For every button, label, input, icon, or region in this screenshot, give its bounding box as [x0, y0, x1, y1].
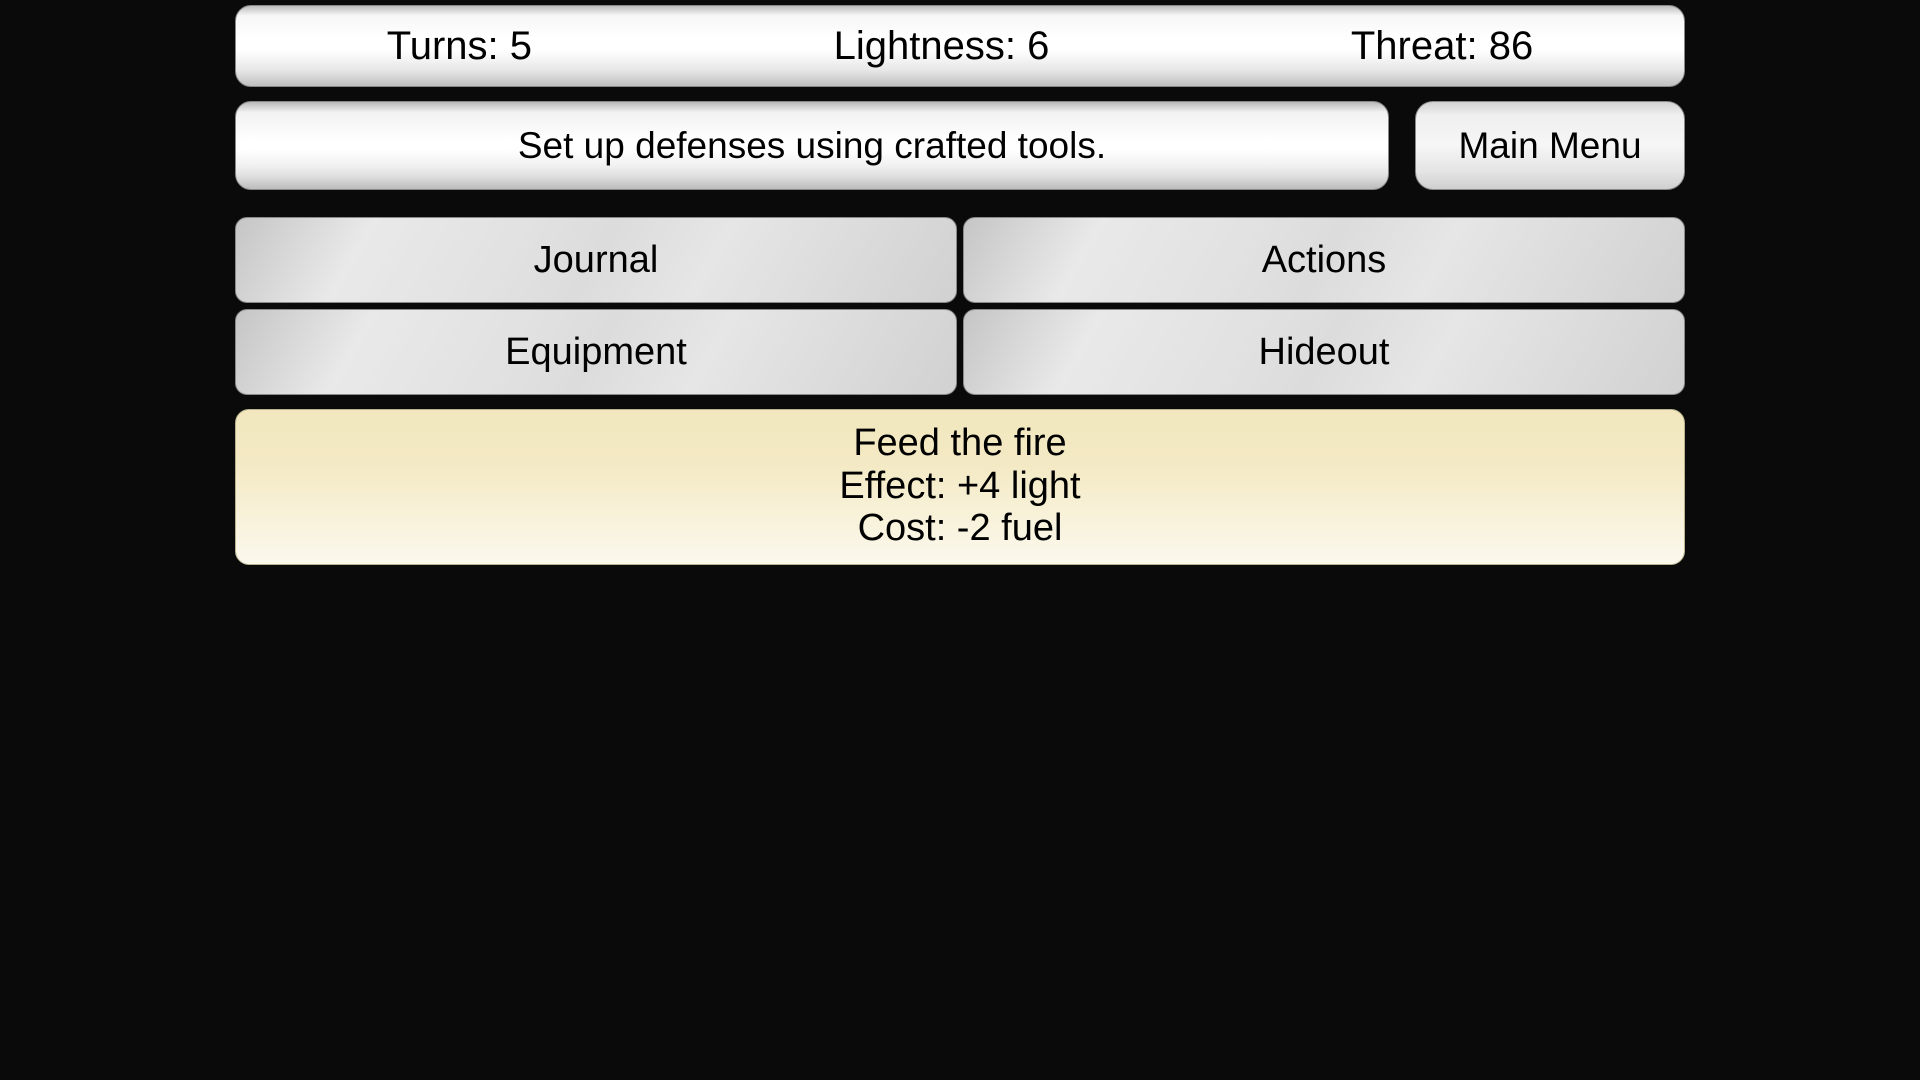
objective-row: Set up defenses using crafted tools. Mai…: [235, 101, 1685, 190]
tab-actions-label: Actions: [1262, 239, 1387, 282]
tab-equipment[interactable]: Equipment: [235, 309, 957, 395]
lightness-label: Lightness:: [834, 24, 1016, 68]
tab-journal[interactable]: Journal: [235, 217, 957, 303]
main-menu-label: Main Menu: [1458, 125, 1641, 167]
threat-stat: Threat: 86: [1351, 24, 1533, 69]
tab-hideout-label: Hideout: [1259, 331, 1390, 374]
threat-value: 86: [1489, 24, 1534, 68]
tab-grid: Journal Actions Equipment Hideout: [235, 217, 1685, 395]
action-cost: Cost: -2 fuel: [858, 507, 1063, 550]
threat-label: Threat:: [1351, 24, 1478, 68]
tab-actions[interactable]: Actions: [963, 217, 1685, 303]
action-card-feed-fire[interactable]: Feed the fire Effect: +4 light Cost: -2 …: [235, 409, 1685, 565]
turns-stat: Turns: 5: [387, 24, 532, 69]
turns-value: 5: [510, 24, 532, 68]
lightness-stat: Lightness: 6: [834, 24, 1050, 69]
tab-hideout[interactable]: Hideout: [963, 309, 1685, 395]
lightness-value: 6: [1027, 24, 1049, 68]
tab-equipment-label: Equipment: [505, 331, 687, 374]
tab-journal-label: Journal: [534, 239, 659, 282]
objective-panel: Set up defenses using crafted tools.: [235, 101, 1389, 190]
objective-text: Set up defenses using crafted tools.: [518, 125, 1106, 167]
action-title: Feed the fire: [853, 422, 1066, 465]
main-menu-button[interactable]: Main Menu: [1415, 101, 1685, 190]
turns-label: Turns:: [387, 24, 499, 68]
action-effect: Effect: +4 light: [839, 465, 1080, 508]
stat-bar: Turns: 5 Lightness: 6 Threat: 86: [235, 5, 1685, 87]
game-screen: Turns: 5 Lightness: 6 Threat: 86 Set up …: [232, 0, 1688, 816]
